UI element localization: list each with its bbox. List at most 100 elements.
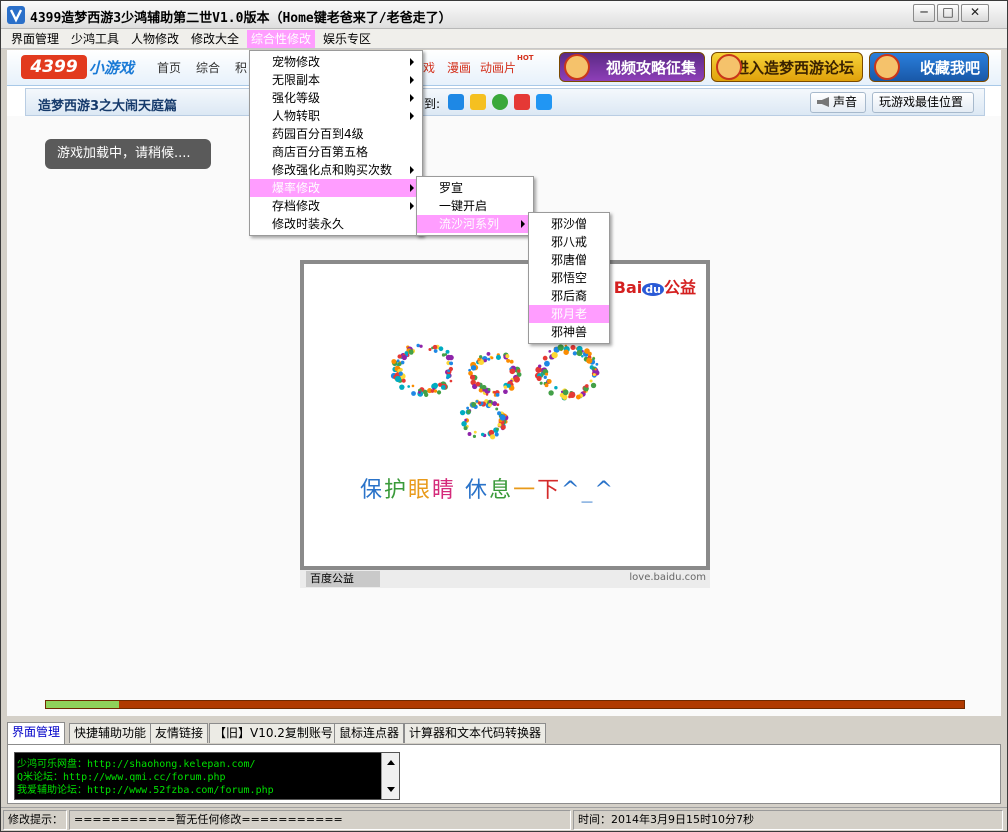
art-dot (513, 376, 520, 383)
menu-entertainment[interactable]: 娱乐专区 (319, 30, 375, 48)
slogan-char: 休 (456, 478, 490, 503)
baidu-public-ad[interactable]: Bai du 公益 保护眼睛 休息一下^_^ (300, 260, 710, 570)
menu-item-evil-houyi[interactable]: 邪后裔 (529, 287, 609, 305)
site-nav-comics[interactable]: 漫画 (447, 59, 471, 76)
baidu-ad-footer: 百度公益 love.baidu.com (300, 570, 710, 588)
art-dot (544, 360, 550, 367)
bottom-tab-bar: 界面管理 快捷辅助功能 友情链接 【旧】V10.2复制账号 鼠标连点器 计算器和… (7, 722, 1001, 744)
art-dot (397, 362, 402, 367)
art-dot (470, 365, 477, 371)
art-dot (575, 394, 581, 400)
baidu-footer-label[interactable]: 百度公益 (306, 571, 380, 587)
menu-all-mods[interactable]: 修改大全 (187, 30, 243, 48)
menu-item-save-data[interactable]: 存档修改 (250, 197, 422, 215)
art-dot (480, 432, 485, 437)
forum-banner[interactable]: 进入造梦西游论坛 (711, 52, 863, 82)
close-button[interactable]: ✕ (961, 4, 989, 22)
art-dot (436, 390, 442, 395)
art-dot (568, 395, 571, 399)
share-star-icon[interactable] (470, 94, 486, 110)
tab-auto-clicker[interactable]: 鼠标连点器 (334, 723, 405, 743)
site-logo[interactable]: 4399 (21, 55, 87, 79)
menu-item-luoxuan[interactable]: 罗宣 (417, 179, 533, 197)
info-line: 我爱辅助论坛：http://www.52fzba.com/forum.php (17, 785, 274, 796)
tab-quick-assist[interactable]: 快捷辅助功能 (69, 723, 152, 743)
art-dot (500, 424, 506, 430)
site-header: 4399 小游戏 首页 综合 积 戏 漫画 动画片 HOT 视频攻略征集 进入造… (7, 50, 1001, 86)
menu-comprehensive[interactable]: 综合性修改 (247, 30, 316, 48)
scroll-up-icon[interactable] (387, 760, 395, 765)
art-dot (544, 383, 549, 388)
menu-item-shop-slot[interactable]: 商店百分百第五格 (250, 143, 422, 161)
art-dot (495, 407, 499, 411)
menu-item-evil-wukong[interactable]: 邪悟空 (529, 269, 609, 287)
menu-item-infinite-dungeon[interactable]: 无限副本 (250, 71, 422, 89)
menu-item-liushahe-series[interactable]: 流沙河系列 (417, 215, 533, 233)
tab-interface[interactable]: 界面管理 (7, 722, 66, 744)
maximize-button[interactable]: □ (937, 4, 959, 22)
share-clover-icon[interactable] (492, 94, 508, 110)
art-dot (438, 346, 444, 352)
art-dot (506, 383, 511, 388)
tab-calculator[interactable]: 计算器和文本代码转换器 (404, 723, 547, 743)
site-logo-text[interactable]: 小游戏 (89, 57, 134, 78)
menu-item-pet[interactable]: 宠物修改 (250, 53, 422, 71)
menu-item-enhance-points[interactable]: 修改强化点和购买次数 (250, 161, 422, 179)
menu-item-evil-tang-seng[interactable]: 邪唐僧 (529, 251, 609, 269)
scroll-down-icon[interactable] (387, 787, 395, 792)
art-dot (497, 411, 502, 416)
art-dot (416, 343, 420, 348)
game-viewport[interactable]: 4399 小游戏 首页 综合 积 戏 漫画 动画片 HOT 视频攻略征集 进入造… (7, 50, 1001, 716)
art-dot (517, 369, 521, 373)
site-nav-cartoons[interactable]: 动画片 (480, 59, 516, 76)
links-textbox[interactable]: 少鸿可乐网盘：http://shaohong.kelepan.com/ Q米论坛… (14, 752, 400, 800)
minimize-button[interactable]: ─ (913, 4, 935, 22)
best-position-button[interactable]: 玩游戏最佳位置 (872, 92, 974, 113)
menu-item-evil-beast[interactable]: 邪神兽 (529, 323, 609, 341)
comprehensive-menu: 宠物修改 无限副本 强化等级 人物转职 药园百分百到4级 商店百分百第五格 修改… (249, 50, 423, 236)
textbox-scrollbar[interactable] (381, 753, 399, 799)
submenu-arrow-icon (410, 112, 414, 120)
art-dot (408, 349, 414, 355)
tab-friend-links[interactable]: 友情链接 (150, 723, 209, 743)
menu-item-drop-rate[interactable]: 爆率修改 (250, 179, 422, 197)
title-bar[interactable]: 4399造梦西游3少鸿辅助第二世V1.0版本（Home键老爸来了/老爸走了） ─… (1, 1, 1007, 29)
video-guide-banner[interactable]: 视频攻略征集 (559, 52, 705, 82)
submenu-arrow-icon (410, 166, 414, 174)
art-dot (464, 418, 467, 422)
tab-copy-account[interactable]: 【旧】V10.2复制账号 (209, 723, 338, 743)
art-dot (467, 432, 472, 436)
menu-item-class-change[interactable]: 人物转职 (250, 107, 422, 125)
menu-item-one-click[interactable]: 一键开启 (417, 197, 533, 215)
art-dot (463, 426, 468, 431)
monkey-face-icon (716, 54, 742, 80)
site-nav-points[interactable]: 积 (235, 59, 247, 76)
share-label: 到: (424, 97, 441, 111)
menu-item-evil-sha-seng[interactable]: 邪沙僧 (529, 215, 609, 233)
info-panel: 少鸿可乐网盘：http://shaohong.kelepan.com/ Q米论坛… (7, 744, 1001, 804)
menu-item-enhance-level[interactable]: 强化等级 (250, 89, 422, 107)
share-qzone-icon[interactable] (448, 94, 464, 110)
submenu-arrow-icon (410, 184, 414, 192)
share-weibo-icon[interactable] (514, 94, 530, 110)
art-dot (391, 359, 397, 365)
site-nav-games[interactable]: 戏 (423, 59, 435, 76)
art-dot (399, 384, 405, 390)
sound-button[interactable]: 声音 (810, 92, 866, 113)
site-nav-home[interactable]: 首页 (157, 59, 181, 76)
menu-interface[interactable]: 界面管理 (7, 30, 63, 48)
art-dot (509, 368, 516, 375)
baidu-footer-url[interactable]: love.baidu.com (629, 572, 706, 583)
art-dot (401, 378, 406, 383)
menu-item-evil-bajie[interactable]: 邪八戒 (529, 233, 609, 251)
menu-item-permanent-costume[interactable]: 修改时装永久 (250, 215, 422, 233)
menu-character[interactable]: 人物修改 (127, 30, 183, 48)
art-dot (446, 373, 451, 378)
menu-item-herb-garden[interactable]: 药园百分百到4级 (250, 125, 422, 143)
share-qq-icon[interactable] (536, 94, 552, 110)
favorite-banner[interactable]: 收藏我吧 (869, 52, 989, 82)
site-nav-general[interactable]: 综合 (196, 59, 220, 76)
menu-tools[interactable]: 少鸿工具 (67, 30, 123, 48)
art-dot (535, 366, 542, 373)
menu-item-evil-yuelao[interactable]: 邪月老 (529, 305, 609, 323)
